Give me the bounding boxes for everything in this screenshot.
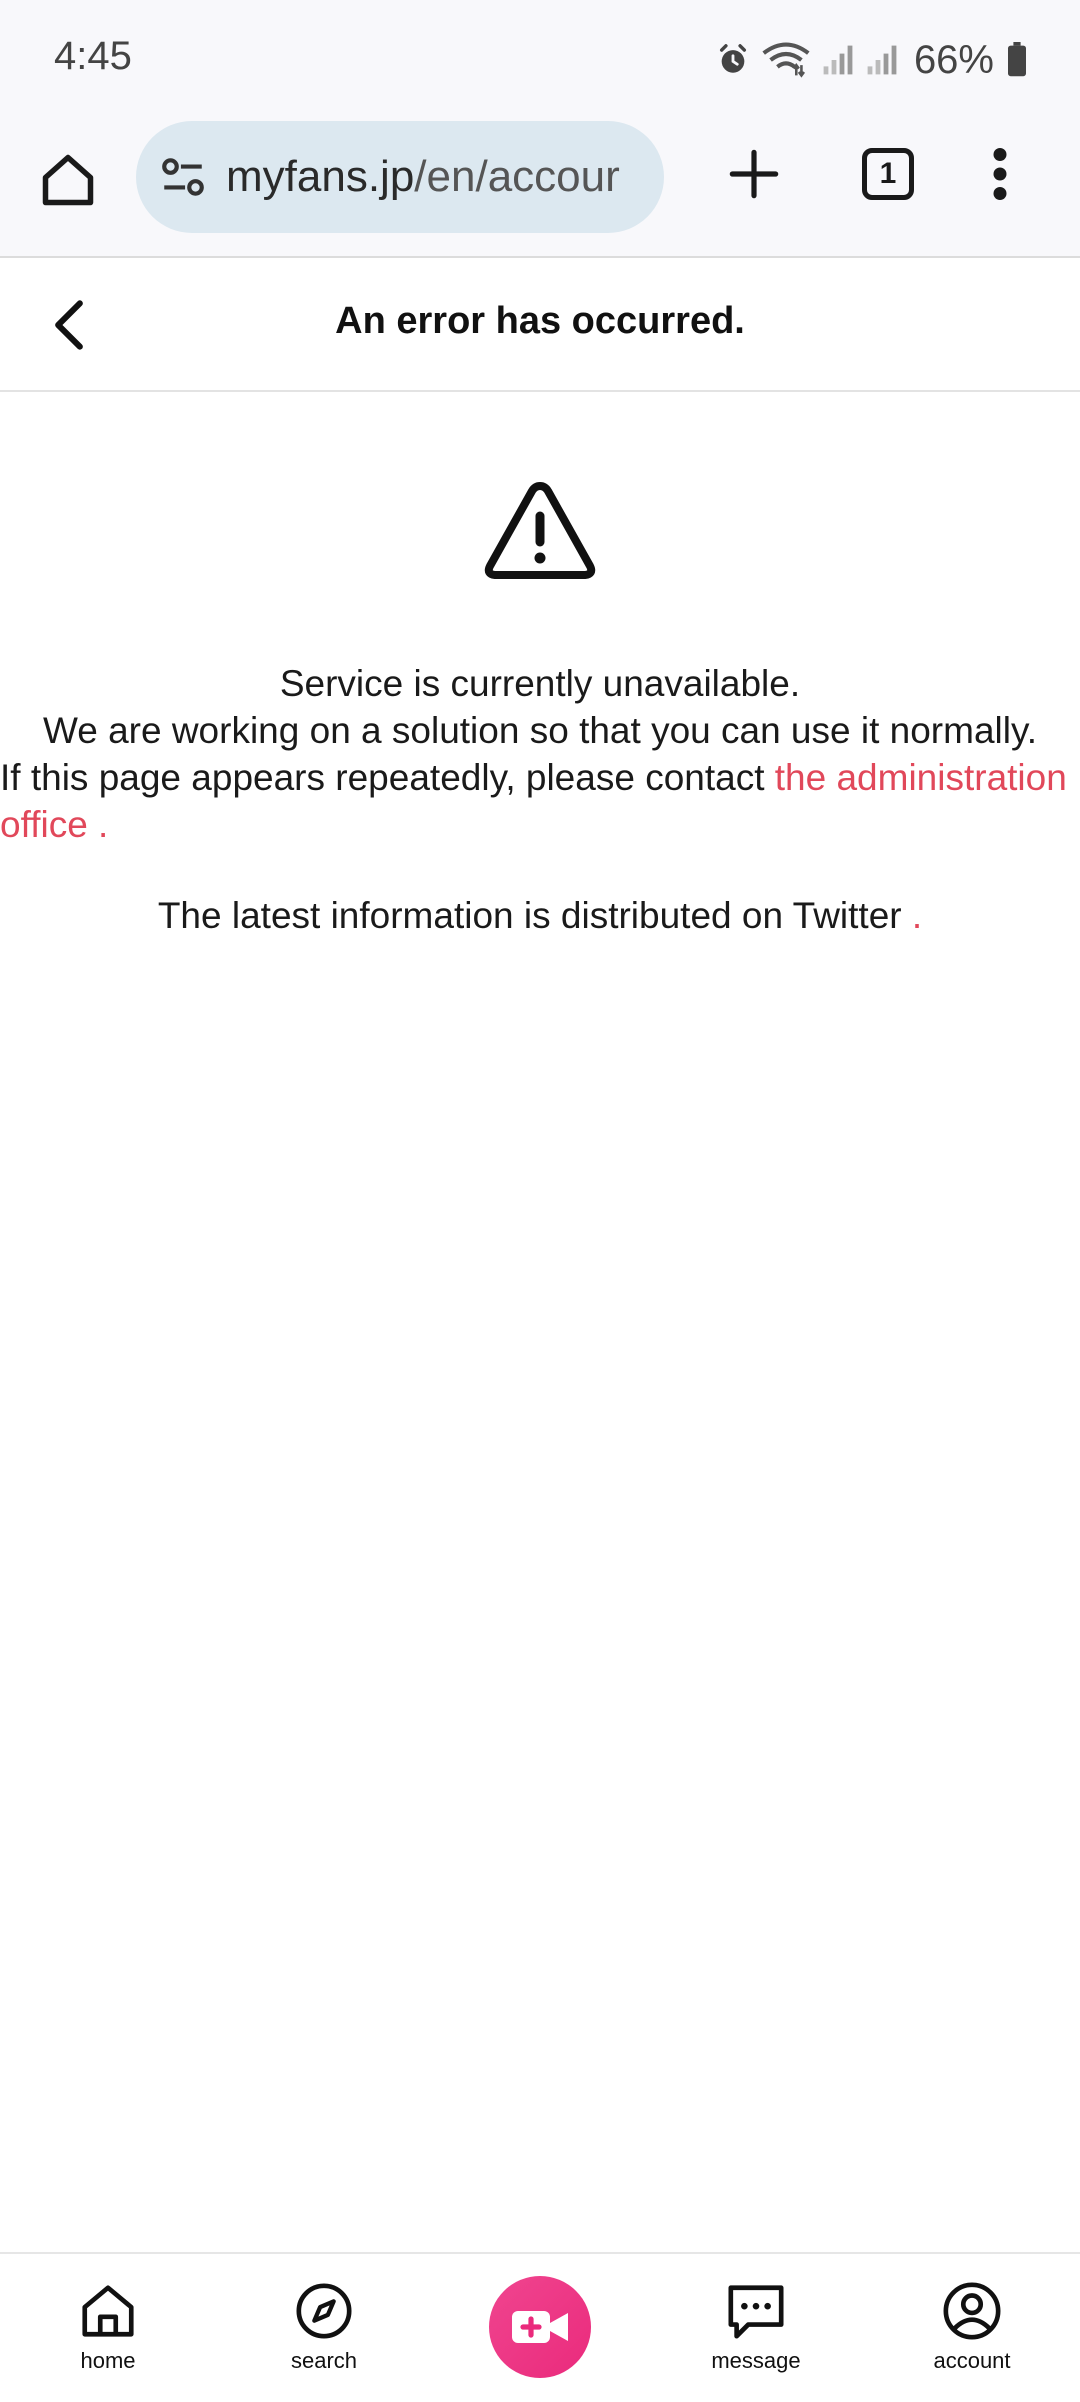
status-time: 4:45	[54, 34, 132, 78]
error-message: Service is currently unavailable. We are…	[0, 660, 1080, 848]
battery-percent: 66%	[913, 37, 994, 82]
browser-home-button[interactable]	[30, 142, 106, 218]
page-title: An error has occurred.	[335, 300, 745, 342]
message-line-3: If this page appears repeatedly, please …	[0, 754, 1080, 848]
site-settings-icon[interactable]	[158, 152, 208, 202]
url-host: myfans.jp	[226, 152, 415, 201]
nav-account[interactable]: account	[892, 2254, 1052, 2402]
nav-message-label: message	[711, 2348, 801, 2373]
tab-switcher-button[interactable]: 1	[852, 138, 924, 210]
address-bar[interactable]: myfans.jp/en/accour	[136, 121, 664, 233]
compass-icon	[296, 2283, 352, 2339]
plus-icon	[729, 149, 779, 199]
nav-search-label: search	[290, 2348, 358, 2373]
url-path: /en/accour	[414, 152, 620, 201]
url-text: myfans.jp/en/accour	[226, 152, 620, 202]
home-icon	[42, 154, 94, 206]
battery-icon	[1008, 42, 1026, 77]
more-vert-icon	[993, 148, 1007, 200]
message-line-1: Service is currently unavailable.	[279, 663, 801, 704]
video-plus-icon	[512, 2311, 568, 2343]
live-stream-button[interactable]	[489, 2276, 591, 2378]
message-line-3-text: If this page appears repeatedly, please …	[0, 757, 775, 798]
page-header: An error has occurred.	[0, 260, 1080, 392]
new-tab-button[interactable]	[718, 138, 790, 210]
nav-search[interactable]: search	[244, 2254, 404, 2402]
nav-home-label: home	[80, 2348, 136, 2373]
nav-account-label: account	[933, 2348, 1011, 2373]
tab-count: 1	[862, 148, 914, 200]
browser-toolbar: myfans.jp/en/accour 1	[0, 118, 1080, 258]
twitter-notice-text: The latest information is distributed on…	[157, 895, 912, 936]
home-icon	[82, 2285, 134, 2337]
nav-message[interactable]: message	[676, 2254, 836, 2402]
chat-icon	[728, 2285, 784, 2339]
warning-container	[0, 478, 1080, 582]
status-icons: 66%	[716, 36, 1028, 84]
alarm-icon	[719, 44, 746, 73]
account-icon	[943, 2282, 1001, 2340]
signal-icon	[867, 45, 897, 75]
twitter-notice: The latest information is distributed on…	[0, 892, 1080, 939]
wifi-icon	[762, 42, 810, 78]
nav-home[interactable]: home	[28, 2254, 188, 2402]
signal-icon	[823, 45, 853, 75]
browser-menu-button[interactable]	[968, 138, 1032, 210]
message-line-2: We are working on a solution so that you…	[42, 710, 1038, 751]
bottom-nav: home search message account	[0, 2252, 1080, 2400]
status-bar: 4:45 66%	[0, 0, 1080, 118]
twitter-link[interactable]: .	[912, 895, 922, 936]
warning-icon	[484, 482, 596, 579]
